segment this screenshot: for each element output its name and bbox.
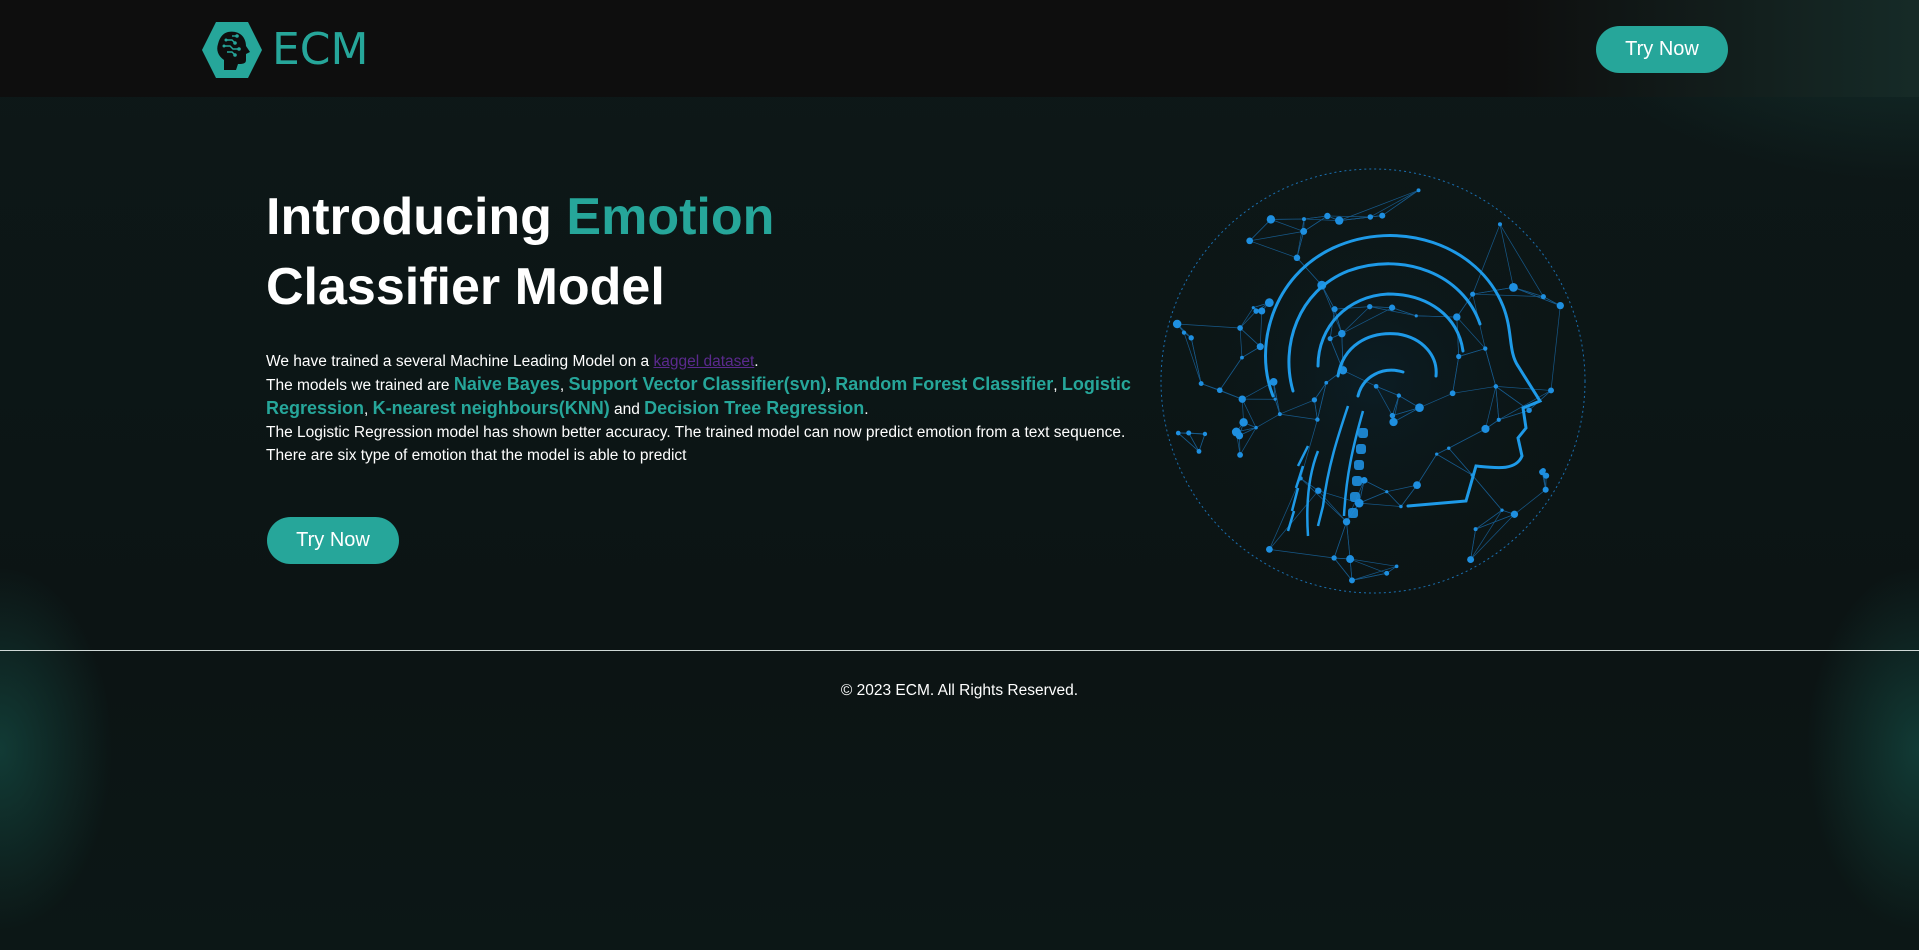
separator: , — [1053, 377, 1062, 394]
title-line2: Classifier Model — [266, 258, 665, 316]
intro-end: . — [754, 353, 759, 370]
models-prefix: The models we trained are — [266, 377, 454, 394]
model-naive-bayes: Naive Bayes — [453, 374, 560, 394]
title-part1: Introducing — [266, 188, 567, 246]
models-end: . — [864, 401, 869, 418]
hero-try-now-button[interactable]: Try Now — [267, 517, 399, 564]
brain-network-globe-icon — [1160, 168, 1586, 594]
dataset-link[interactable]: kaggel dataset — [653, 353, 754, 370]
footer-copyright: © 2023 ECM. All Rights Reserved. — [840, 682, 1079, 699]
page-background — [0, 0, 1919, 950]
model-knn: K-nearest neighbours(KNN) — [372, 398, 610, 418]
accuracy-text: The Logistic Regression model has shown … — [266, 424, 1126, 441]
title-accent: Emotion — [566, 188, 775, 246]
emotion-text: There are six type of emotion that the m… — [266, 447, 687, 464]
top-navbar: ECM Try Now — [0, 0, 1919, 97]
head-circuit-icon — [202, 22, 262, 78]
logo[interactable]: ECM — [202, 22, 369, 78]
model-random-forest: Random Forest Classifier — [835, 374, 1054, 394]
footer-divider — [0, 650, 1919, 651]
intro-text: We have trained a several Machine Leadin… — [266, 353, 654, 370]
separator: , — [364, 401, 373, 418]
separator: , — [826, 377, 836, 394]
hero-description: We have trained a several Machine Leadin… — [266, 350, 1166, 467]
page-title: Introducing Emotion Classifier Model — [266, 182, 774, 322]
models-line: The models we trained are Naive Bayes, S… — [266, 373, 1166, 421]
intro-line: We have trained a several Machine Leadin… — [266, 350, 1166, 373]
header-try-now-button[interactable]: Try Now — [1596, 26, 1728, 73]
logo-text: ECM — [272, 24, 369, 75]
separator: and — [609, 401, 645, 418]
model-decision-tree: Decision Tree Regression — [644, 398, 865, 418]
model-svc: Support Vector Classifier(svn) — [568, 374, 827, 394]
separator: , — [559, 377, 569, 394]
